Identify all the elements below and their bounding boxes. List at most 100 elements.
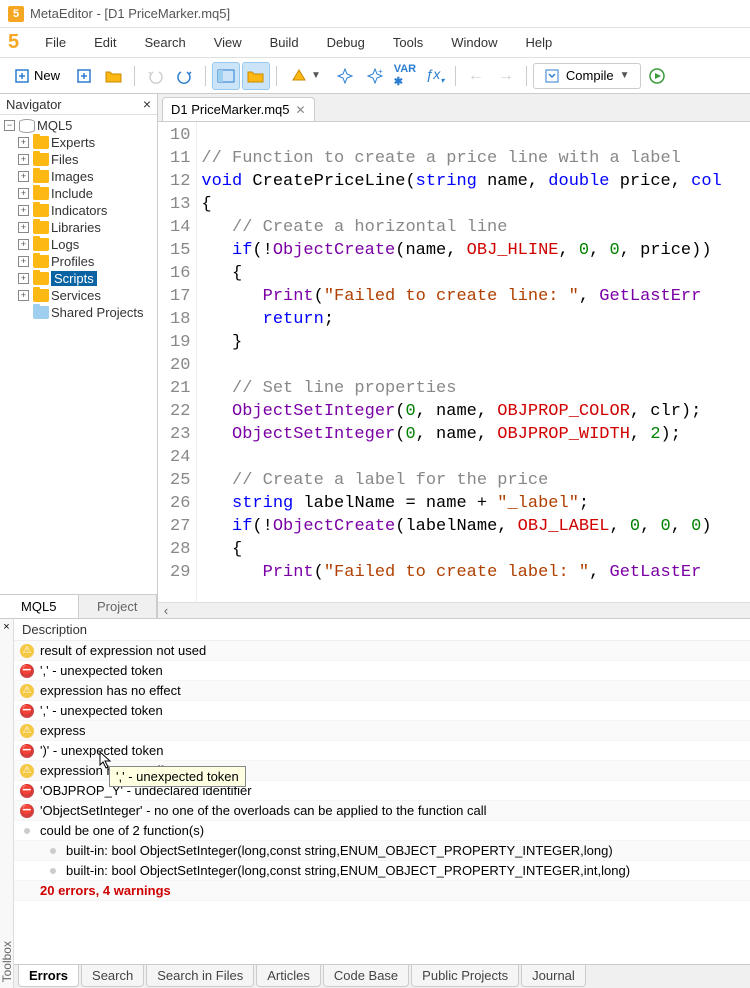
code-line[interactable]: {	[201, 193, 746, 216]
new-blank-button[interactable]	[70, 62, 98, 90]
code-line[interactable]: ObjectSetInteger(0, name, OBJPROP_WIDTH,…	[201, 423, 746, 446]
code-line[interactable]	[201, 354, 746, 377]
collapse-icon[interactable]: −	[4, 120, 15, 131]
menu-view[interactable]: View	[200, 29, 256, 56]
tree-root[interactable]: − MQL5	[0, 117, 157, 134]
error-row[interactable]: ⚠expression has no effect	[14, 761, 750, 781]
errors-summary[interactable]: 20 errors, 4 warnings	[14, 881, 750, 901]
expand-icon[interactable]: +	[18, 205, 29, 216]
code-line[interactable]: return;	[201, 308, 746, 331]
tree-item-shared-projects[interactable]: Shared Projects	[0, 304, 157, 321]
tree-item-images[interactable]: +Images	[0, 168, 157, 185]
code-line[interactable]: if(!ObjectCreate(labelName, OBJ_LABEL, 0…	[201, 515, 746, 538]
error-row[interactable]: built-in: bool ObjectSetInteger(long,con…	[14, 861, 750, 881]
menu-file[interactable]: File	[31, 29, 80, 56]
fx-button[interactable]: ƒx▾	[421, 62, 449, 90]
expand-icon[interactable]: +	[18, 222, 29, 233]
error-row[interactable]: ⚠expression has no effect	[14, 681, 750, 701]
open-button[interactable]	[100, 62, 128, 90]
tree-item-scripts[interactable]: +Scripts	[0, 270, 157, 287]
tree-item-services[interactable]: +Services	[0, 287, 157, 304]
navigator-tab-project[interactable]: Project	[79, 595, 158, 618]
menu-build[interactable]: Build	[256, 29, 313, 56]
error-row[interactable]: ⛔',' - unexpected token	[14, 701, 750, 721]
toolbox-tab-journal[interactable]: Journal	[521, 965, 586, 987]
style-dropdown-button[interactable]: ▼	[283, 62, 329, 90]
tree-item-include[interactable]: +Include	[0, 185, 157, 202]
error-row[interactable]: ⚠result of expression not used	[14, 641, 750, 661]
code-line[interactable]: // Set line properties	[201, 377, 746, 400]
toolbox-tab-errors[interactable]: Errors	[18, 965, 79, 987]
tree-item-profiles[interactable]: +Profiles	[0, 253, 157, 270]
undo-button[interactable]	[141, 62, 169, 90]
run-button[interactable]	[643, 62, 671, 90]
code-line[interactable]: {	[201, 262, 746, 285]
toggle-panel-2-button[interactable]	[242, 62, 270, 90]
code-line[interactable]	[201, 124, 746, 147]
code-line[interactable]: Print("Failed to create label: ", GetLas…	[201, 561, 746, 584]
toolbox-tab-code-base[interactable]: Code Base	[323, 965, 409, 987]
expand-icon[interactable]: +	[18, 188, 29, 199]
error-row[interactable]: ⛔'OBJPROP_Y' - undeclared identifier	[14, 781, 750, 801]
menu-edit[interactable]: Edit	[80, 29, 130, 56]
code-editor[interactable]: 1011121314151617181920212223242526272829…	[158, 122, 750, 602]
code-line[interactable]: Print("Failed to create line: ", GetLast…	[201, 285, 746, 308]
expand-icon[interactable]: +	[18, 290, 29, 301]
error-row[interactable]: ⚠express	[14, 721, 750, 741]
code-line[interactable]	[201, 446, 746, 469]
error-row[interactable]: ⛔'ObjectSetInteger' - no one of the over…	[14, 801, 750, 821]
code-line[interactable]: if(!ObjectCreate(name, OBJ_HLINE, 0, 0, …	[201, 239, 746, 262]
menu-debug[interactable]: Debug	[313, 29, 379, 56]
menu-search[interactable]: Search	[130, 29, 199, 56]
ai-sparkle-2-button[interactable]: +	[361, 62, 389, 90]
code-line[interactable]: ObjectSetInteger(0, name, OBJPROP_COLOR,…	[201, 400, 746, 423]
toolbox-tab-public-projects[interactable]: Public Projects	[411, 965, 519, 987]
tree-item-libraries[interactable]: +Libraries	[0, 219, 157, 236]
var-button[interactable]: VAR✱	[391, 62, 419, 90]
tree-item-logs[interactable]: +Logs	[0, 236, 157, 253]
code-line[interactable]: {	[201, 538, 746, 561]
new-button[interactable]: New	[6, 62, 68, 90]
toggle-panel-1-button[interactable]	[212, 62, 240, 90]
nav-fwd-button[interactable]: →	[492, 62, 520, 90]
expand-icon[interactable]: +	[18, 256, 29, 267]
error-row[interactable]: could be one of 2 function(s)	[14, 821, 750, 841]
code-line[interactable]: // Create a label for the price	[201, 469, 746, 492]
code-line[interactable]: string labelName = name + "_label";	[201, 492, 746, 515]
menu-help[interactable]: Help	[511, 29, 566, 56]
toolbox-tab-search-in-files[interactable]: Search in Files	[146, 965, 254, 987]
code-line[interactable]: // Create a horizontal line	[201, 216, 746, 239]
redo-button[interactable]	[171, 62, 199, 90]
menu-tools[interactable]: Tools	[379, 29, 437, 56]
code-line[interactable]: }	[201, 331, 746, 354]
toolbox-column-header[interactable]: Description	[14, 619, 750, 641]
toolbox-tab-articles[interactable]: Articles	[256, 965, 321, 987]
editor-tab[interactable]: D1 PriceMarker.mq5 ✕	[162, 97, 315, 121]
expand-icon[interactable]: +	[18, 239, 29, 250]
editor-hscrollbar[interactable]: ‹	[158, 602, 750, 618]
error-row[interactable]: ⛔',' - unexpected token	[14, 661, 750, 681]
code-line[interactable]: void CreatePriceLine(string name, double…	[201, 170, 746, 193]
error-row[interactable]: ⛔')' - unexpected token	[14, 741, 750, 761]
menu-window[interactable]: Window	[437, 29, 511, 56]
expand-icon[interactable]: +	[18, 273, 29, 284]
tree-item-experts[interactable]: +Experts	[0, 134, 157, 151]
toolbox-tab-search[interactable]: Search	[81, 965, 144, 987]
navigator-tree[interactable]: − MQL5 +Experts+Files+Images+Include+Ind…	[0, 115, 157, 594]
navigator-tab-mql5[interactable]: MQL5	[0, 595, 79, 618]
toolbox-close-button[interactable]: ×	[1, 619, 11, 635]
editor-tab-close-button[interactable]: ✕	[295, 103, 305, 117]
navigator-close-button[interactable]: ×	[143, 96, 151, 112]
tree-item-files[interactable]: +Files	[0, 151, 157, 168]
expand-icon[interactable]: +	[18, 137, 29, 148]
expand-icon[interactable]: +	[18, 154, 29, 165]
nav-back-button[interactable]: ←	[462, 62, 490, 90]
ai-sparkle-1-button[interactable]	[331, 62, 359, 90]
errors-list[interactable]: ⚠result of expression not used⛔',' - une…	[14, 641, 750, 964]
expand-icon[interactable]: +	[18, 171, 29, 182]
compile-button[interactable]: Compile ▼	[533, 63, 641, 89]
tree-item-indicators[interactable]: +Indicators	[0, 202, 157, 219]
compile-label: Compile	[566, 68, 614, 83]
code-line[interactable]: // Function to create a price line with …	[201, 147, 746, 170]
error-row[interactable]: built-in: bool ObjectSetInteger(long,con…	[14, 841, 750, 861]
